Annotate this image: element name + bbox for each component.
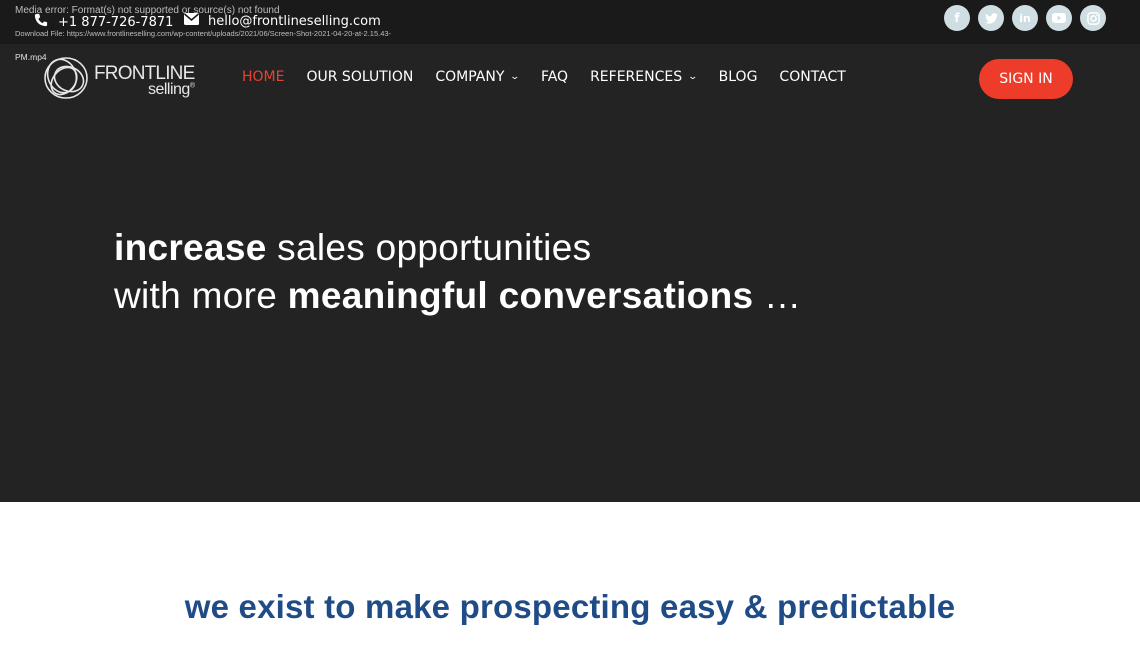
social-links: f in (944, 5, 1106, 31)
hero-ellipsis: … (753, 275, 802, 316)
nav-blog[interactable]: BLOG (719, 69, 758, 85)
hero-text: with more (114, 275, 288, 316)
nav-our-solution[interactable]: OUR SOLUTION (306, 69, 413, 85)
logo[interactable]: FRONTLINE selling® (42, 54, 195, 107)
linkedin-icon[interactable]: in (1012, 5, 1038, 31)
logo-wordmark: FRONTLINE selling® (94, 64, 195, 98)
nav-references[interactable]: REFERENCES ⌄ (590, 69, 699, 85)
phone-number: +1 877-726-7871 (58, 14, 174, 30)
nav-home[interactable]: HOME (242, 69, 284, 85)
twitter-icon[interactable] (978, 5, 1004, 31)
instagram-icon[interactable] (1080, 5, 1106, 31)
nav-company-label: COMPANY (435, 69, 505, 85)
hero-line-2: with more meaningful conversations … (114, 272, 801, 320)
email-address: hello@frontlineselling.com (208, 13, 381, 29)
chevron-down-icon: ⌄ (687, 72, 699, 82)
nav-our-solution-label: OUR SOLUTION (306, 69, 414, 85)
logo-selling: selling (147, 80, 190, 98)
site-header: PM.mp4 FRONTLINE selling® HOME OUR SOLUT… (0, 44, 1140, 502)
hero-text: sales opportunities (266, 227, 592, 268)
nav-faq[interactable]: FAQ (541, 69, 568, 85)
main-nav: HOME OUR SOLUTION COMPANY ⌄ FAQ REFERENCE… (242, 69, 868, 85)
nav-blog-label: BLOG (718, 69, 758, 85)
nav-contact-label: CONTACT (779, 69, 846, 85)
download-file-link[interactable]: Download File: https://www.frontlinesell… (15, 29, 391, 38)
top-bar: Media error: Format(s) not supported or … (0, 0, 1140, 44)
hero-emphasis-conversations: meaningful conversations (287, 275, 754, 316)
sign-in-button[interactable]: SIGN IN (979, 59, 1073, 99)
registered-mark: ® (189, 82, 195, 90)
nav-contact[interactable]: CONTACT (779, 69, 845, 85)
nav-references-label: REFERENCES (590, 69, 683, 85)
hero-emphasis-increase: increase (114, 227, 267, 268)
chevron-down-icon: ⌄ (509, 72, 521, 82)
nav-home-label: HOME (242, 69, 285, 85)
logo-line-2: selling® (94, 80, 195, 98)
nav-company[interactable]: COMPANY ⌄ (435, 69, 521, 85)
envelope-icon (183, 13, 200, 29)
mission-tagline: we exist to make prospecting easy & pred… (184, 588, 956, 625)
youtube-icon[interactable] (1046, 5, 1072, 31)
hero-line-1: increase sales opportunities (114, 224, 801, 272)
logo-rings-icon (42, 54, 90, 107)
hero-headline: increase sales opportunities with more m… (114, 224, 801, 320)
nav-faq-label: FAQ (540, 69, 569, 85)
facebook-icon[interactable]: f (944, 5, 970, 31)
email-link[interactable]: hello@frontlineselling.com (183, 13, 381, 29)
